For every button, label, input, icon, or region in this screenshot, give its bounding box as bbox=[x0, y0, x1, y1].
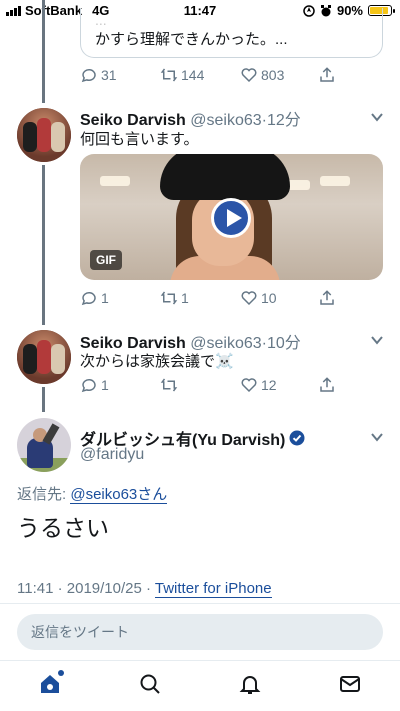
reply-count: 1 bbox=[101, 377, 109, 393]
chevron-down-icon[interactable] bbox=[370, 110, 384, 124]
reply-compose-input[interactable]: 返信をツイート bbox=[17, 614, 383, 650]
share-button[interactable] bbox=[318, 289, 336, 307]
reply-button[interactable]: 1 bbox=[80, 289, 109, 307]
reply-compose-placeholder: 返信をツイート bbox=[31, 624, 129, 640]
retweet-button[interactable] bbox=[160, 376, 181, 394]
tweet-time: 12分 bbox=[267, 112, 301, 129]
quoted-tweet-card[interactable]: ... かすら理解できんかった。... bbox=[80, 8, 383, 58]
tweet-author-handle: @seiko63 bbox=[190, 112, 262, 129]
reply-icon bbox=[81, 379, 96, 393]
tab-notifications[interactable] bbox=[238, 672, 262, 696]
search-icon bbox=[140, 674, 160, 694]
bottom-tab-bar bbox=[0, 664, 400, 711]
tweet-text: 次からは家族会議で☠️ bbox=[80, 353, 234, 370]
tweet-meta: 11:41 · 2019/10/25 · Twitter for iPhone bbox=[17, 580, 272, 598]
share-icon bbox=[320, 67, 334, 82]
like-count: 803 bbox=[261, 67, 285, 83]
chevron-down-icon[interactable] bbox=[370, 333, 384, 347]
reply-button[interactable]: 31 bbox=[80, 66, 117, 84]
retweet-icon bbox=[160, 291, 178, 305]
tab-messages[interactable] bbox=[338, 672, 362, 696]
reply-icon bbox=[81, 292, 96, 306]
tweet-actions: 1 1 10 bbox=[80, 289, 340, 309]
avatar[interactable] bbox=[17, 330, 71, 384]
reply-count: 1 bbox=[101, 290, 109, 306]
quoted-tweet-text: かすら理解できんかった。... bbox=[95, 31, 288, 48]
tab-search[interactable] bbox=[138, 672, 162, 696]
like-count: 10 bbox=[261, 290, 277, 306]
tweet-source-link[interactable]: Twitter for iPhone bbox=[154, 580, 272, 598]
thread-line bbox=[42, 0, 45, 103]
reply-to-line: 返信先: @seiko63さん bbox=[17, 483, 168, 504]
tweet-actions: 31 144 803 bbox=[80, 66, 340, 86]
retweet-button[interactable]: 144 bbox=[160, 66, 204, 84]
heart-icon bbox=[241, 291, 257, 306]
heart-icon bbox=[241, 378, 257, 393]
tab-home[interactable] bbox=[38, 670, 64, 696]
like-button[interactable]: 10 bbox=[240, 289, 277, 307]
focused-tweet-handle: @faridyu bbox=[80, 446, 145, 463]
reply-to-user-link[interactable]: @seiko63さん bbox=[70, 486, 168, 504]
share-icon bbox=[320, 377, 334, 392]
like-count: 12 bbox=[261, 377, 277, 393]
notifications-icon bbox=[239, 676, 261, 694]
divider bbox=[0, 660, 400, 661]
tweet-time: 10分 bbox=[267, 335, 301, 352]
like-button[interactable]: 12 bbox=[240, 376, 277, 394]
like-button[interactable]: 803 bbox=[240, 66, 284, 84]
quoted-tweet-faded-text: ... bbox=[95, 12, 107, 28]
avatar[interactable] bbox=[17, 418, 71, 472]
tweet-author-name[interactable]: Seiko Darvish bbox=[80, 112, 186, 129]
new-content-dot bbox=[58, 670, 64, 676]
reply-button[interactable]: 1 bbox=[80, 376, 109, 394]
divider bbox=[0, 603, 400, 604]
heart-icon bbox=[241, 68, 257, 83]
avatar[interactable] bbox=[17, 108, 71, 162]
reply-to-label: 返信先: bbox=[17, 486, 71, 503]
tweet-header: Seiko Darvish @seiko63·12分 bbox=[80, 112, 301, 129]
thread-line bbox=[42, 387, 45, 412]
home-icon bbox=[41, 675, 59, 693]
chevron-down-icon[interactable] bbox=[370, 430, 384, 444]
retweet-count: 144 bbox=[181, 67, 205, 83]
retweet-icon bbox=[160, 378, 178, 392]
reply-icon bbox=[81, 69, 96, 83]
share-icon bbox=[320, 290, 334, 305]
verified-badge-icon bbox=[289, 430, 305, 446]
retweet-icon bbox=[160, 68, 178, 82]
thread-line bbox=[42, 165, 45, 325]
share-button[interactable] bbox=[318, 66, 336, 84]
retweet-count: 1 bbox=[181, 290, 189, 306]
tweet-media-gif[interactable]: GIF bbox=[80, 154, 383, 280]
tweet-text: 何回も言います。 bbox=[80, 131, 199, 148]
focused-tweet-text: うるさい bbox=[17, 515, 109, 541]
gif-badge: GIF bbox=[90, 250, 122, 270]
retweet-button[interactable]: 1 bbox=[160, 289, 189, 307]
reply-count: 31 bbox=[101, 67, 117, 83]
tweet-timestamp: 11:41 · 2019/10/25 · bbox=[17, 580, 155, 597]
play-button[interactable] bbox=[211, 198, 251, 238]
messages-icon bbox=[340, 676, 360, 692]
tweet-actions: 1 12 bbox=[80, 376, 340, 396]
share-button[interactable] bbox=[318, 376, 336, 394]
